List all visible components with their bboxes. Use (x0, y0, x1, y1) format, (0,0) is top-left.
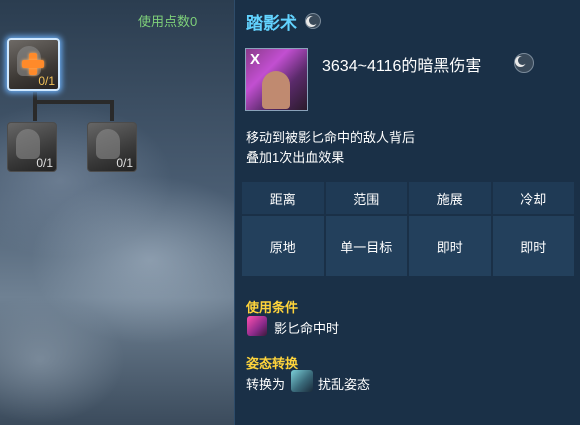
skill-tree-panel: 使用点数0 0/1 0/1 0/1 (0, 0, 234, 425)
skill-node-count: 0/1 (116, 156, 133, 170)
points-used-label: 使用点数0 (138, 14, 198, 29)
stance-title: 姿态转换 (246, 356, 299, 371)
skill-node-selected[interactable]: 0/1 (7, 38, 60, 91)
stats-header: 冷却 (492, 182, 574, 214)
stance-prefix: 转换为 (246, 377, 286, 392)
stats-header: 距离 (242, 182, 324, 214)
skill-portrait (96, 129, 120, 159)
stats-header: 范围 (325, 182, 407, 214)
stance-target: 扰乱姿态 (318, 377, 371, 392)
stats-value: 原地 (242, 216, 324, 276)
character-figure-icon (262, 71, 290, 109)
skill-node-count: 0/1 (36, 156, 53, 170)
stats-value: 单一目标 (325, 216, 407, 276)
description-line: 移动到被影匕命中的敌人背后 (246, 130, 416, 145)
stance-icon (291, 370, 313, 392)
key-binding-label: X (250, 51, 261, 68)
skill-node-count: 0/1 (38, 74, 55, 88)
tree-connector (33, 100, 113, 104)
stats-value: 即时 (409, 216, 491, 276)
tree-connector (110, 100, 114, 121)
description-line: 叠加1次出血效果 (246, 150, 345, 165)
tree-connector (33, 100, 37, 121)
skill-icon: X (245, 48, 308, 111)
skill-portrait (16, 129, 40, 159)
condition-title: 使用条件 (246, 300, 299, 315)
skill-node[interactable]: 0/1 (7, 122, 57, 172)
crescent-moon-icon (514, 53, 534, 73)
stats-header: 施展 (409, 182, 491, 214)
skill-name: 踏影术 (246, 14, 297, 33)
dagger-icon (247, 316, 267, 336)
skill-detail-panel: 踏影术 X 3634~4116的暗黑伤害 移动到被影匕命中的敌人背后 叠加1次出… (234, 0, 580, 425)
damage-text: 3634~4116的暗黑伤害 (322, 58, 482, 75)
crescent-moon-icon (305, 13, 321, 29)
stats-value: 即时 (492, 216, 574, 276)
skill-node[interactable]: 0/1 (87, 122, 137, 172)
plus-icon (22, 53, 44, 75)
condition-text: 影匕命中时 (274, 321, 340, 336)
stats-table: 距离 范围 施展 冷却 原地 单一目标 即时 即时 (242, 182, 574, 278)
